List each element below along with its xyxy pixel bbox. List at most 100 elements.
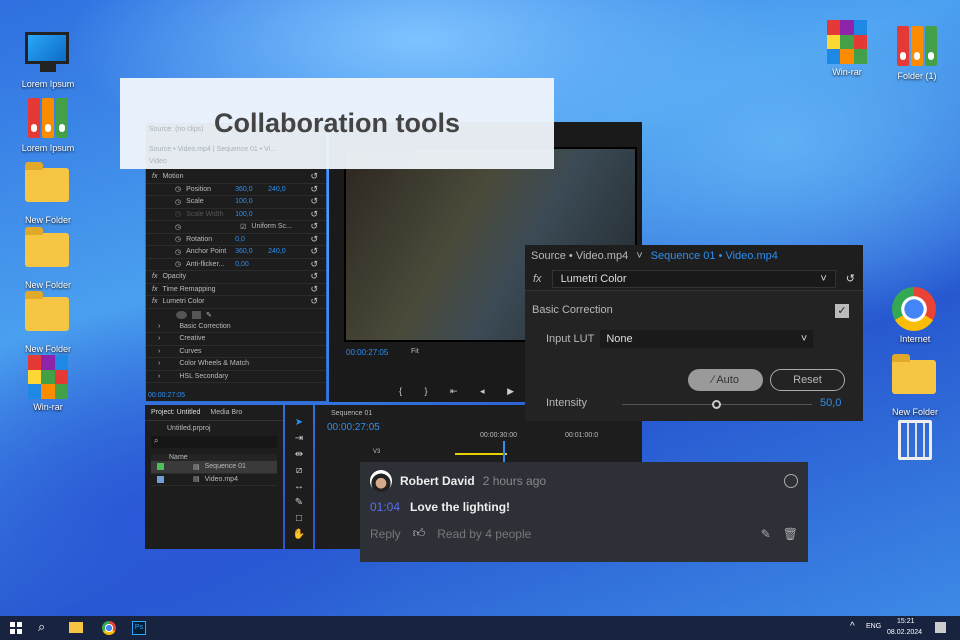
- reset-icon[interactable]: ↺: [310, 234, 318, 245]
- enable-checkbox[interactable]: ✓: [835, 304, 849, 318]
- desktop-icon[interactable]: [880, 420, 950, 467]
- reset-icon[interactable]: ↺: [310, 271, 318, 282]
- effect-property-row[interactable]: fx Lumetri Color ↺: [146, 296, 326, 309]
- effect-property-row[interactable]: ◷ Rotation 0,0 ↺: [146, 234, 326, 246]
- effect-dropdown[interactable]: Lumetri Color ˅: [551, 269, 836, 288]
- ellipse-mask-icon[interactable]: [176, 310, 187, 319]
- intensity-slider[interactable]: [622, 400, 812, 409]
- clock-date[interactable]: 08.02.2024: [887, 629, 922, 636]
- effect-property-row[interactable]: fx Motion ↺: [146, 171, 326, 184]
- auto-button[interactable]: ⁄ Auto: [688, 369, 763, 391]
- reset-icon[interactable]: ↺: [310, 221, 318, 232]
- desktop-icon[interactable]: Win-rar: [812, 20, 882, 77]
- effect-property-row[interactable]: ◷ Scale 100,0 ↺: [146, 196, 326, 209]
- photoshop-icon[interactable]: Ps: [132, 621, 146, 635]
- fit-dropdown[interactable]: Fit: [411, 348, 419, 355]
- effect-property-row[interactable]: ◷ Position 360,0 240,0 ↺: [146, 184, 326, 196]
- ripple-edit-icon[interactable]: ⇹: [285, 447, 313, 463]
- name-column-header[interactable]: Name: [151, 454, 277, 461]
- reset-icon[interactable]: ↺: [310, 246, 318, 257]
- property-value[interactable]: 100,0: [235, 211, 263, 218]
- source-tab[interactable]: Source • Video.mp4: [531, 250, 628, 262]
- property-value[interactable]: 360,0: [235, 248, 263, 255]
- desktop-icon[interactable]: New Folder: [880, 352, 950, 417]
- chevron-down-icon[interactable]: ˅: [636, 250, 642, 262]
- input-lut-dropdown[interactable]: None ˅: [600, 330, 814, 348]
- reset-icon[interactable]: ↺: [846, 272, 855, 285]
- tray-chevron-icon[interactable]: ^: [850, 621, 855, 632]
- lumetri-section[interactable]: › HSL Secondary: [146, 371, 326, 383]
- lumetri-section[interactable]: › Basic Correction: [146, 321, 326, 333]
- chrome-icon[interactable]: [102, 621, 116, 635]
- property-value[interactable]: 360,0: [235, 186, 263, 193]
- selection-tool-icon[interactable]: ➤: [285, 415, 313, 431]
- effect-property-row[interactable]: ◷ Scale Width 100,0 ↺: [146, 209, 326, 221]
- hand-tool-icon[interactable]: ✋: [285, 527, 313, 543]
- project-tab[interactable]: Project: Untitled: [151, 409, 200, 416]
- reset-icon[interactable]: ↺: [310, 296, 318, 307]
- desktop-icon[interactable]: New Folder: [13, 289, 83, 354]
- search-icon[interactable]: ⌕: [38, 619, 45, 635]
- media-browser-tab[interactable]: Media Bro: [210, 409, 242, 416]
- reset-icon[interactable]: ↺: [310, 196, 318, 207]
- effect-property-row[interactable]: fx Time Remapping ↺: [146, 284, 326, 296]
- desktop-icon[interactable]: New Folder: [13, 160, 83, 225]
- checkbox-icon[interactable]: ☑: [240, 223, 246, 231]
- reset-icon[interactable]: ↺: [310, 209, 318, 220]
- edit-icon[interactable]: ✎: [761, 527, 771, 541]
- lumetri-section[interactable]: › Creative: [146, 333, 326, 346]
- slider-knob[interactable]: [712, 400, 721, 409]
- track-select-icon[interactable]: ⇥: [285, 431, 313, 447]
- file-explorer-icon[interactable]: [69, 622, 83, 633]
- property-value[interactable]: 100,0: [235, 198, 263, 205]
- effect-property-row[interactable]: fx Opacity ↺: [146, 271, 326, 284]
- stopwatch-icon[interactable]: ◷: [175, 248, 181, 256]
- reset-icon[interactable]: ↺: [310, 184, 318, 195]
- intensity-value[interactable]: 50,0: [820, 397, 841, 409]
- reset-icon[interactable]: ↺: [310, 284, 318, 295]
- rect-tool-icon[interactable]: □: [285, 511, 313, 527]
- project-search[interactable]: ⌕: [151, 436, 277, 448]
- property-value[interactable]: 240,0: [268, 248, 286, 255]
- reset-icon[interactable]: ↺: [310, 259, 318, 270]
- windows-start-icon[interactable]: [10, 622, 22, 634]
- lumetri-section[interactable]: › Curves: [146, 346, 326, 358]
- project-item[interactable]: ▤ Sequence 01: [151, 461, 277, 474]
- thumbs-up-icon[interactable]: 👍︎: [413, 526, 426, 541]
- resolve-circle-icon[interactable]: [784, 474, 798, 488]
- effect-property-row[interactable]: ◷ ☑ Uniform Sc... ↺: [146, 221, 326, 234]
- property-value[interactable]: 0,0: [235, 236, 263, 243]
- desktop-icon[interactable]: Lorem Ipsum: [13, 96, 83, 153]
- stopwatch-icon[interactable]: ◷: [175, 260, 181, 268]
- razor-icon[interactable]: ⧄: [285, 463, 313, 479]
- lumetri-section[interactable]: › Color Wheels & Match: [146, 358, 326, 371]
- delete-icon[interactable]: 🗑︎: [783, 527, 798, 541]
- pen-tool-icon[interactable]: ✎: [285, 495, 313, 511]
- reply-button[interactable]: Reply: [370, 527, 401, 541]
- effect-property-row[interactable]: ◷ Anchor Point 360,0 240,0 ↺: [146, 246, 326, 259]
- property-value[interactable]: 240,0: [268, 186, 286, 193]
- pen-mask-icon[interactable]: ✎: [206, 311, 212, 319]
- desktop-icon[interactable]: Internet: [880, 287, 950, 344]
- stopwatch-icon[interactable]: ◷: [175, 223, 181, 231]
- stopwatch-icon[interactable]: ◷: [175, 198, 181, 206]
- rect-mask-icon[interactable]: [192, 310, 201, 319]
- slip-icon[interactable]: ↔: [285, 479, 313, 495]
- reset-button[interactable]: Reset: [770, 369, 845, 391]
- effect-property-row[interactable]: ◷ Anti-flicker... 0,00 ↺: [146, 259, 326, 271]
- project-item[interactable]: ▤ Video.mp4: [151, 474, 277, 486]
- stopwatch-icon[interactable]: ◷: [175, 210, 181, 218]
- reset-icon[interactable]: ↺: [310, 171, 318, 182]
- language-indicator[interactable]: ENG: [866, 623, 881, 630]
- clock-time[interactable]: 15:21: [897, 618, 915, 625]
- stopwatch-icon[interactable]: ◷: [175, 185, 181, 193]
- property-value[interactable]: 0,00: [235, 261, 263, 268]
- sequence-tab[interactable]: Sequence 01 • Video.mp4: [651, 250, 778, 262]
- desktop-icon[interactable]: Lorem Ipsum: [13, 32, 83, 89]
- desktop-icon[interactable]: Win-rar: [13, 355, 83, 412]
- desktop-icon[interactable]: New Folder: [13, 225, 83, 290]
- stopwatch-icon[interactable]: ◷: [175, 235, 181, 243]
- desktop-icon[interactable]: Folder (1): [882, 24, 952, 81]
- notification-icon[interactable]: [935, 622, 946, 633]
- comment-timestamp[interactable]: 01:04: [370, 500, 400, 514]
